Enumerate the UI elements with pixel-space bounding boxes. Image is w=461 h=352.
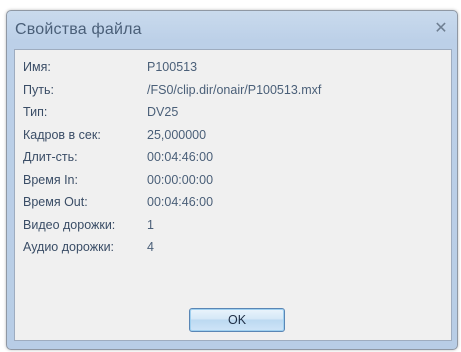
property-value: /FS0/clip.dir/onair/P100513.mxf xyxy=(147,82,322,97)
property-label: Кадров в сек: xyxy=(23,127,101,142)
property-value: 00:00:00:00 xyxy=(147,172,214,187)
property-value: 25,000000 xyxy=(147,127,207,142)
close-icon[interactable]: ✕ xyxy=(431,19,451,39)
ok-button[interactable]: OK xyxy=(189,308,285,332)
property-label: Видео дорожки: xyxy=(23,217,116,232)
property-value: DV25 xyxy=(147,105,179,119)
property-value: 00:04:46:00 xyxy=(147,195,214,209)
property-value: 00:04:46:00 xyxy=(147,150,214,164)
properties-panel: Имя: P100513 Путь: /FS0/clip.dir/onair/P… xyxy=(14,49,452,341)
dialog-footer: OK xyxy=(15,296,451,340)
property-label: Время Out: xyxy=(23,195,88,209)
property-value: 4 xyxy=(147,240,154,254)
title-bar[interactable]: Свойства файла ✕ xyxy=(7,11,457,49)
property-label: Имя: xyxy=(23,60,51,74)
property-label: Длит-сть: xyxy=(23,150,78,164)
property-label: Время In: xyxy=(23,172,78,187)
property-label: Путь: xyxy=(23,82,54,97)
property-value: 1 xyxy=(147,217,154,232)
file-properties-dialog: Свойства файла ✕ Имя: P100513 Путь: /FS0… xyxy=(6,10,458,350)
dialog-title: Свойства файла xyxy=(15,21,142,38)
property-label: Тип: xyxy=(23,105,48,119)
property-label: Аудио дорожки: xyxy=(23,240,115,254)
property-value: P100513 xyxy=(147,60,198,74)
